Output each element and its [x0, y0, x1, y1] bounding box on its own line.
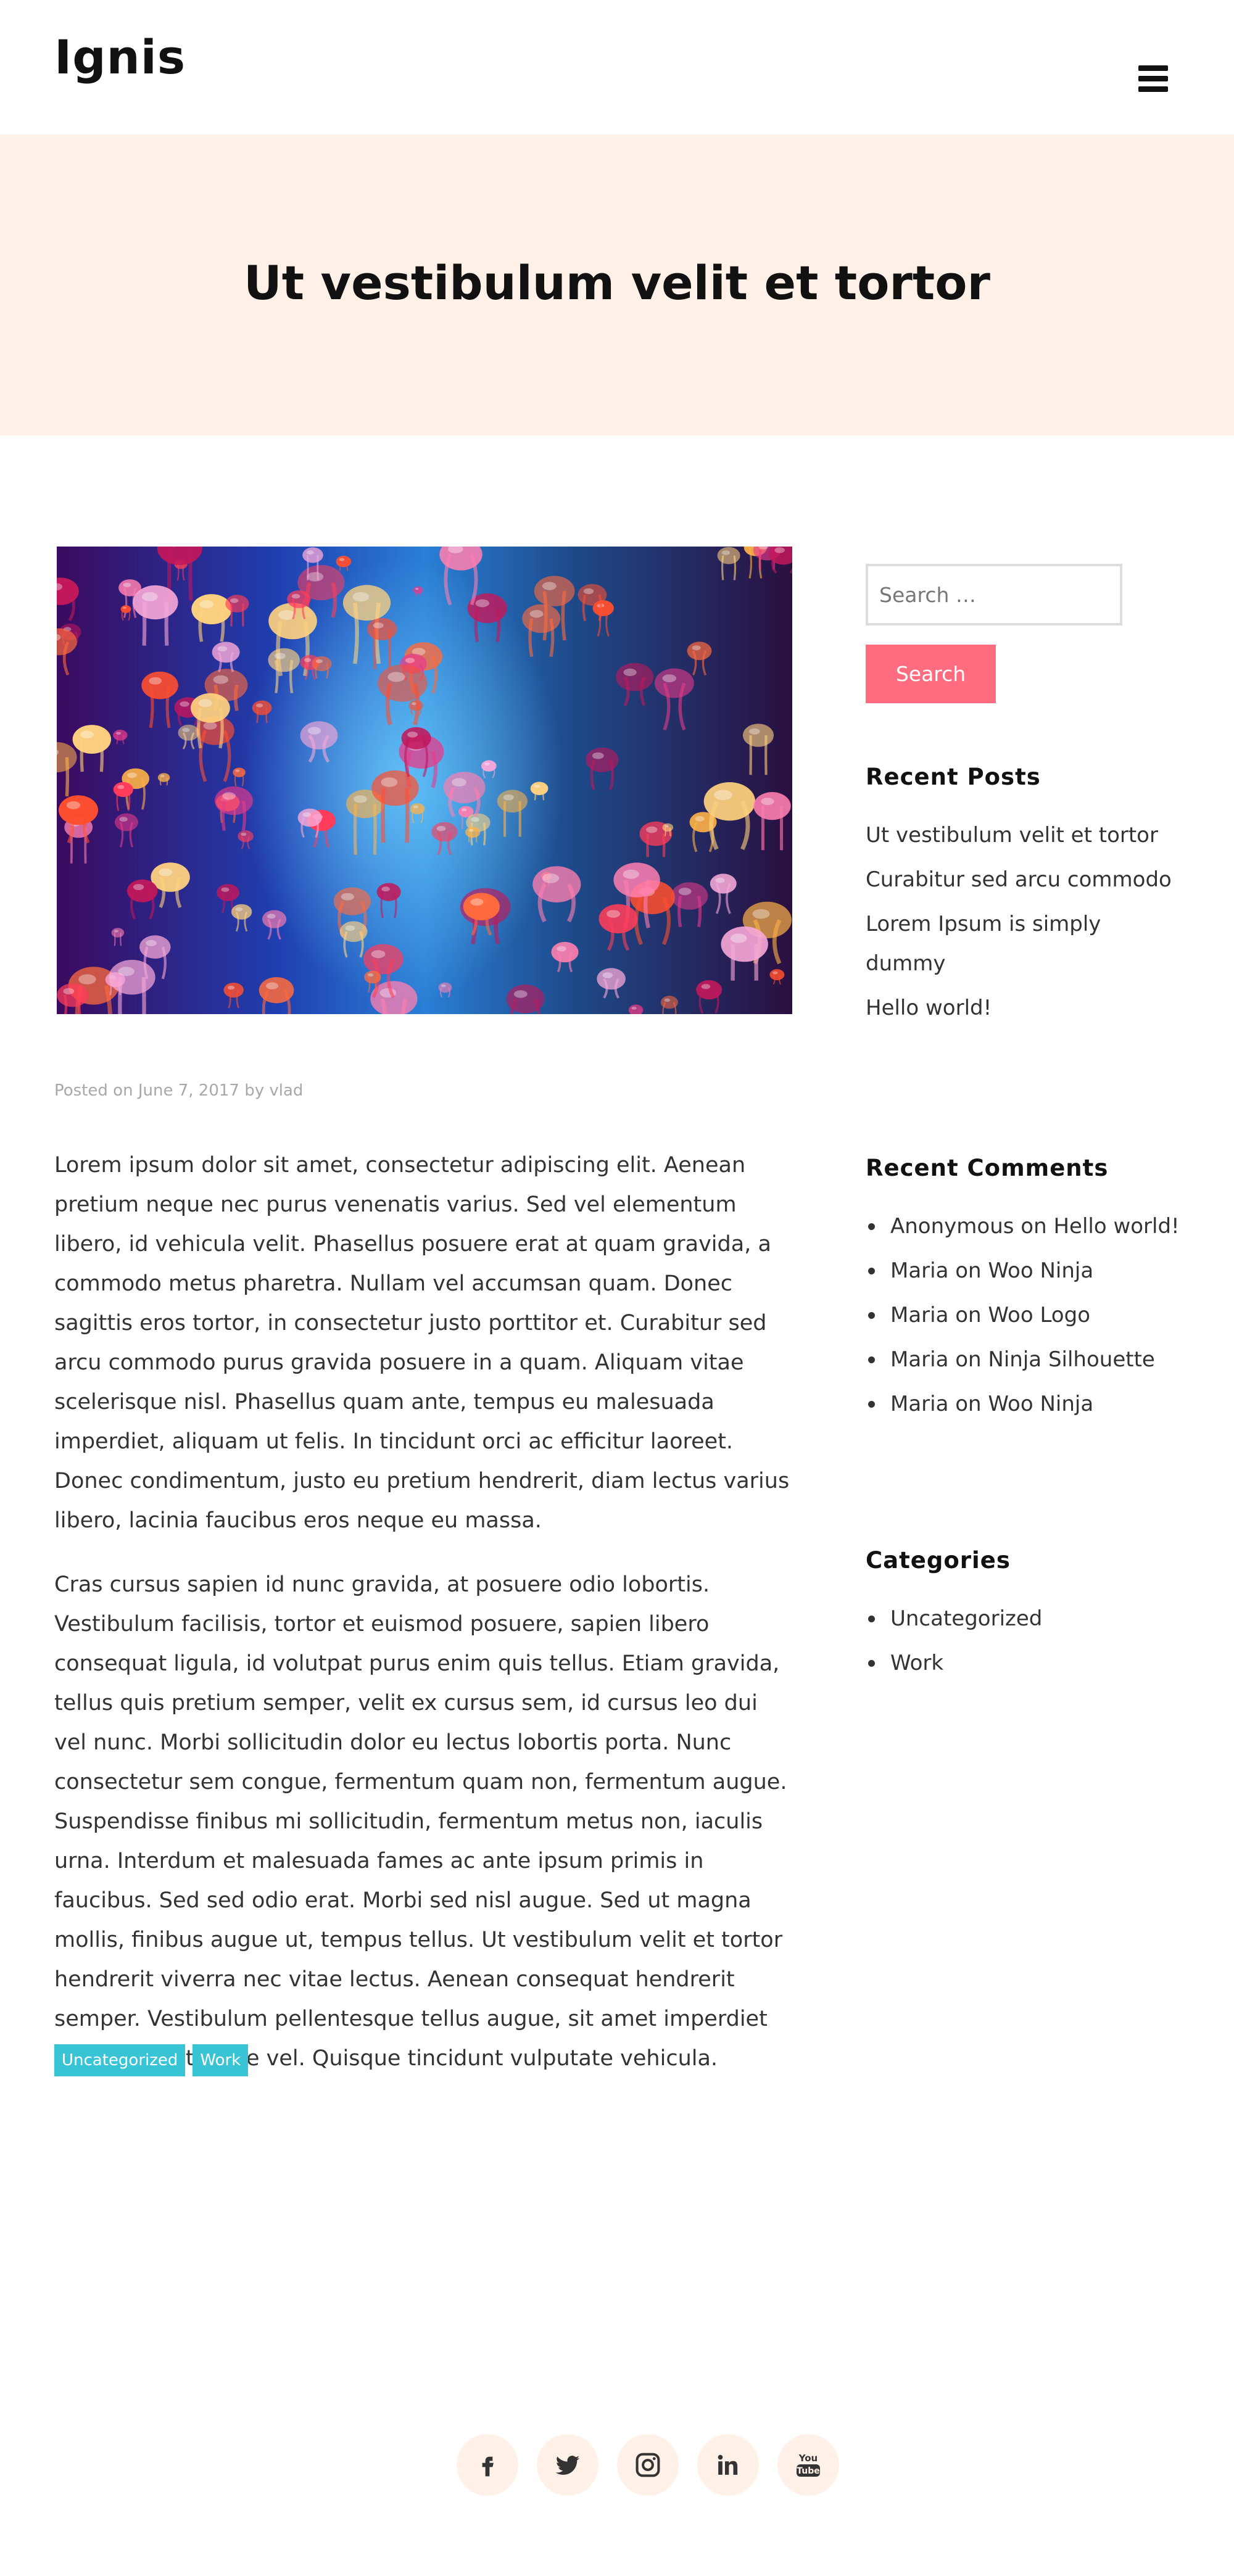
page-title: Ut vestibulum velit et tortor	[244, 255, 990, 310]
recent-post-link[interactable]: Ut vestibulum velit et tortor	[866, 823, 1158, 848]
post-meta-by: by	[244, 1081, 265, 1100]
post-meta-prefix: Posted on	[54, 1081, 133, 1100]
comment-post-link[interactable]: Hello world!	[1053, 1214, 1179, 1239]
tag-uncategorized[interactable]: Uncategorized	[54, 2044, 186, 2076]
comment-author: Anonymous	[890, 1214, 1014, 1239]
comment-on: on	[955, 1347, 982, 1372]
site-title[interactable]: Ignis	[54, 30, 186, 85]
tag-work[interactable]: Work	[193, 2044, 249, 2076]
comment-on: on	[955, 1392, 982, 1416]
recent-post-link[interactable]: Lorem Ipsum is simply dummy	[866, 912, 1101, 976]
category-item: Uncategorized	[866, 1599, 1186, 1638]
post-author-link[interactable]: vlad	[269, 1081, 303, 1100]
comment-author: Maria	[890, 1347, 949, 1372]
post-featured-image	[57, 547, 792, 1014]
hamburger-menu-icon[interactable]	[1138, 65, 1168, 93]
comment-item: Anonymous on Hello world!	[866, 1207, 1186, 1246]
comment-item: Maria on Woo Ninja	[866, 1251, 1186, 1290]
post-paragraph: Cras cursus sapien id nunc gravida, at p…	[54, 1572, 787, 2071]
categories-list: Uncategorized Work	[866, 1599, 1186, 1688]
recent-post-link[interactable]: Hello world!	[866, 996, 992, 1020]
post-tags: Uncategorized Work	[54, 2044, 249, 2076]
comment-post-link[interactable]: Ninja Silhouette	[988, 1347, 1154, 1372]
post-date-link[interactable]: June 7, 2017	[138, 1081, 239, 1100]
recent-posts-list: Ut vestibulum velit et tortor Curabitur …	[866, 815, 1186, 1033]
instagram-icon[interactable]	[617, 2434, 679, 2496]
recent-posts-title: Recent Posts	[866, 764, 1041, 790]
comment-author: Maria	[890, 1258, 949, 1283]
search-button[interactable]: Search	[866, 645, 996, 703]
comment-on: on	[955, 1258, 982, 1283]
twitter-icon[interactable]	[537, 2434, 598, 2496]
comment-on: on	[1021, 1214, 1047, 1239]
comment-item: Maria on Woo Ninja	[866, 1384, 1186, 1424]
category-item: Work	[866, 1643, 1186, 1683]
category-link[interactable]: Uncategorized	[890, 1606, 1042, 1631]
comment-author: Maria	[890, 1392, 949, 1416]
post-meta: Posted on June 7, 2017 by vlad	[54, 1081, 303, 1100]
category-link[interactable]: Work	[890, 1651, 943, 1675]
comment-on: on	[955, 1303, 982, 1327]
recent-comments-list: Anonymous on Hello world! Maria on Woo N…	[866, 1207, 1186, 1429]
facebook-icon[interactable]	[457, 2434, 518, 2496]
search-input[interactable]	[866, 564, 1122, 625]
comment-post-link[interactable]: Woo Ninja	[988, 1258, 1093, 1283]
youtube-label-top: You	[798, 2453, 818, 2464]
youtube-icon[interactable]: You Tube	[777, 2434, 839, 2496]
comment-post-link[interactable]: Woo Ninja	[988, 1392, 1093, 1416]
recent-post-item: Ut vestibulum velit et tortor	[866, 815, 1186, 855]
comment-author: Maria	[890, 1303, 949, 1327]
recent-post-link[interactable]: Curabitur sed arcu commodo	[866, 867, 1172, 892]
recent-post-item: Hello world!	[866, 988, 1186, 1028]
recent-post-item: Lorem Ipsum is simply dummy	[866, 904, 1186, 983]
categories-title: Categories	[866, 1547, 1011, 1574]
post-paragraph: Lorem ipsum dolor sit amet, consectetur …	[54, 1153, 790, 1533]
post-content: Lorem ipsum dolor sit amet, consectetur …	[54, 1146, 795, 2103]
site-header: Ignis	[0, 0, 1234, 134]
comment-post-link[interactable]: Woo Logo	[988, 1303, 1090, 1327]
youtube-label-bottom: Tube	[797, 2466, 820, 2476]
social-links: You Tube	[457, 2434, 839, 2496]
recent-comments-title: Recent Comments	[866, 1155, 1109, 1181]
recent-post-item: Curabitur sed arcu commodo	[866, 860, 1186, 899]
page-hero: Ut vestibulum velit et tortor	[0, 134, 1234, 436]
comment-item: Maria on Ninja Silhouette	[866, 1340, 1186, 1379]
linkedin-icon[interactable]	[697, 2434, 759, 2496]
comment-item: Maria on Woo Logo	[866, 1295, 1186, 1335]
